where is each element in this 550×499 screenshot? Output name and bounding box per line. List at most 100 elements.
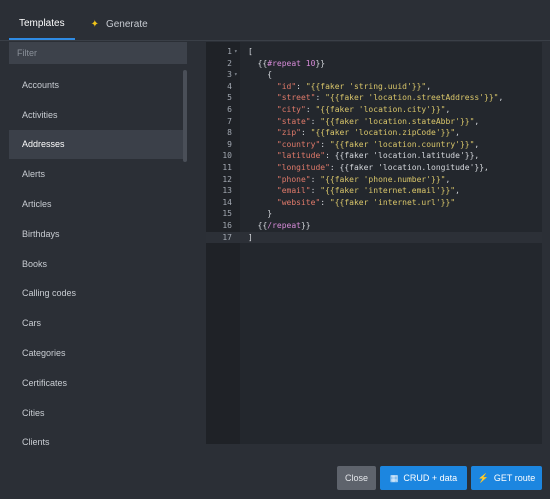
- code-text: [: [248, 46, 253, 58]
- fold-arrow-icon[interactable]: ▾: [234, 46, 238, 58]
- line-number: 14: [222, 197, 232, 207]
- close-button-label: Close: [344, 473, 368, 483]
- code-token: /repeat: [267, 221, 301, 230]
- code-token: : {{faker 'location.latitude'}},: [325, 151, 480, 161]
- code-token: }}: [300, 221, 311, 230]
- crud-icon: ▦: [389, 472, 399, 483]
- code-text: "phone": "{{faker 'phone.number'}}",: [248, 174, 450, 186]
- template-list-item[interactable]: Cities: [9, 398, 187, 428]
- template-list-item[interactable]: Birthdays: [9, 219, 187, 249]
- template-list: Accounts Activities Addresses Alerts Article…: [9, 70, 187, 445]
- code-token: "{{faker 'location.stateAbbr'}}": [320, 116, 475, 126]
- tab-bar: Templates ✦ Generate: [0, 0, 550, 40]
- tab-templates[interactable]: Templates: [9, 8, 75, 40]
- code-token: : {{faker 'location.longitude'}},: [329, 163, 489, 172]
- code-token: ,: [455, 128, 460, 138]
- code-editor[interactable]: 1 ▾[2 {{#repeat 10}} 3 ▾ {4 "id": "{{faker …: [206, 42, 542, 444]
- code-line: 9 "country": "{{faker 'location.country'…: [206, 139, 542, 151]
- code-text: "street": "{{faker 'location.streetAddre…: [248, 92, 503, 104]
- line-number: 2: [227, 58, 232, 68]
- code-token: {: [248, 70, 273, 80]
- code-token: "zip": [276, 128, 301, 138]
- code-token: "{{faker 'string.uuid'}}": [305, 81, 427, 91]
- code-text: "zip": "{{faker 'location.zipCode'}}",: [248, 127, 460, 139]
- close-button[interactable]: Close: [337, 466, 376, 490]
- code-token: "latitude": [276, 151, 326, 161]
- code-token: [: [248, 47, 253, 56]
- line-number: 5: [227, 93, 232, 103]
- filter-input[interactable]: [9, 42, 187, 64]
- template-list-item[interactable]: Addresses: [9, 129, 187, 160]
- code-line: 2 {{#repeat 10}}: [206, 58, 542, 70]
- template-list-item[interactable]: Certificates: [9, 368, 187, 398]
- code-token: "{{faker 'location.streetAddress'}}": [325, 93, 499, 103]
- code-line: 3 ▾ {: [206, 69, 542, 81]
- line-number: 10: [222, 151, 232, 161]
- line-number: 8: [227, 128, 232, 138]
- line-number: 7: [227, 116, 232, 126]
- template-list-item-label: Clients: [22, 437, 50, 445]
- code-token: }}: [315, 58, 326, 68]
- code-token: ]: [248, 232, 253, 242]
- template-list-item[interactable]: Calling codes: [9, 279, 187, 309]
- code-token: "country": [276, 139, 321, 149]
- template-list-item[interactable]: Articles: [9, 189, 187, 219]
- code-token: ,: [498, 93, 504, 103]
- template-list-item[interactable]: Cars: [9, 308, 187, 338]
- template-list-item[interactable]: Alerts: [9, 159, 187, 189]
- code-text: {: [248, 69, 272, 81]
- template-list-item-label: Books: [22, 258, 48, 269]
- line-number: 4: [227, 81, 232, 91]
- template-list-scrollbar[interactable]: [183, 70, 187, 445]
- code-token: {{: [248, 221, 268, 230]
- get-button-label: GET route: [493, 473, 536, 483]
- template-list-item[interactable]: Accounts: [9, 70, 187, 100]
- code-line: 15 }: [206, 208, 542, 220]
- code-token: :: [310, 174, 321, 184]
- line-number: 6: [227, 105, 232, 114]
- line-number: 11: [222, 163, 232, 172]
- code-token: :: [305, 105, 316, 114]
- template-list-item[interactable]: Clients: [9, 428, 187, 445]
- code-line: 1 ▾ [: [206, 46, 542, 58]
- tab-generate-label: Generate: [105, 18, 148, 30]
- sparkle-icon: ✦: [90, 18, 99, 30]
- code-token: ,: [426, 81, 432, 91]
- template-list-item[interactable]: Categories: [9, 338, 187, 368]
- template-list-item[interactable]: Activities: [9, 100, 187, 130]
- template-list-item-label: Articles: [22, 199, 52, 210]
- code-text: "city": "{{faker 'location.city'}}",: [248, 104, 450, 116]
- code-line: 11 "longitude": {{faker 'location.longit…: [206, 162, 542, 174]
- tab-templates-label: Templates: [19, 17, 65, 29]
- get-route-button[interactable]: ⚡ GET route: [471, 466, 542, 490]
- code-line: 12 "phone": "{{faker 'phone.number'}}",: [206, 174, 542, 186]
- code-token: "{{faker 'phone.number'}}": [320, 174, 446, 184]
- code-text: "latitude": {{faker 'location.latitude'}…: [248, 150, 479, 162]
- tab-divider: [0, 40, 550, 41]
- fold-arrow-icon[interactable]: ▾: [234, 69, 238, 81]
- code-text: {{#repeat 10}}: [248, 58, 325, 70]
- code-text: "country": "{{faker 'location.country'}}…: [248, 139, 479, 151]
- code-text: "id": "{{faker 'string.uuid'}}",: [248, 81, 431, 93]
- tab-generate[interactable]: ✦ Generate: [81, 8, 158, 40]
- code-token: }: [248, 209, 273, 219]
- code-token: "city": [276, 105, 306, 114]
- scrollbar-thumb[interactable]: [183, 70, 187, 162]
- code-line: 17]: [206, 231, 542, 244]
- code-token: "street": [276, 93, 316, 103]
- template-list-item-label: Categories: [22, 348, 66, 359]
- crud-data-button[interactable]: ▦ CRUD + data: [380, 466, 467, 490]
- code-token: #repeat: [267, 58, 301, 68]
- template-list-item[interactable]: Books: [9, 249, 187, 279]
- template-list-item-label: Cars: [22, 318, 42, 329]
- code-line: 7 "state": "{{faker 'location.stateAbbr'…: [206, 116, 542, 128]
- code-token: :: [320, 139, 330, 149]
